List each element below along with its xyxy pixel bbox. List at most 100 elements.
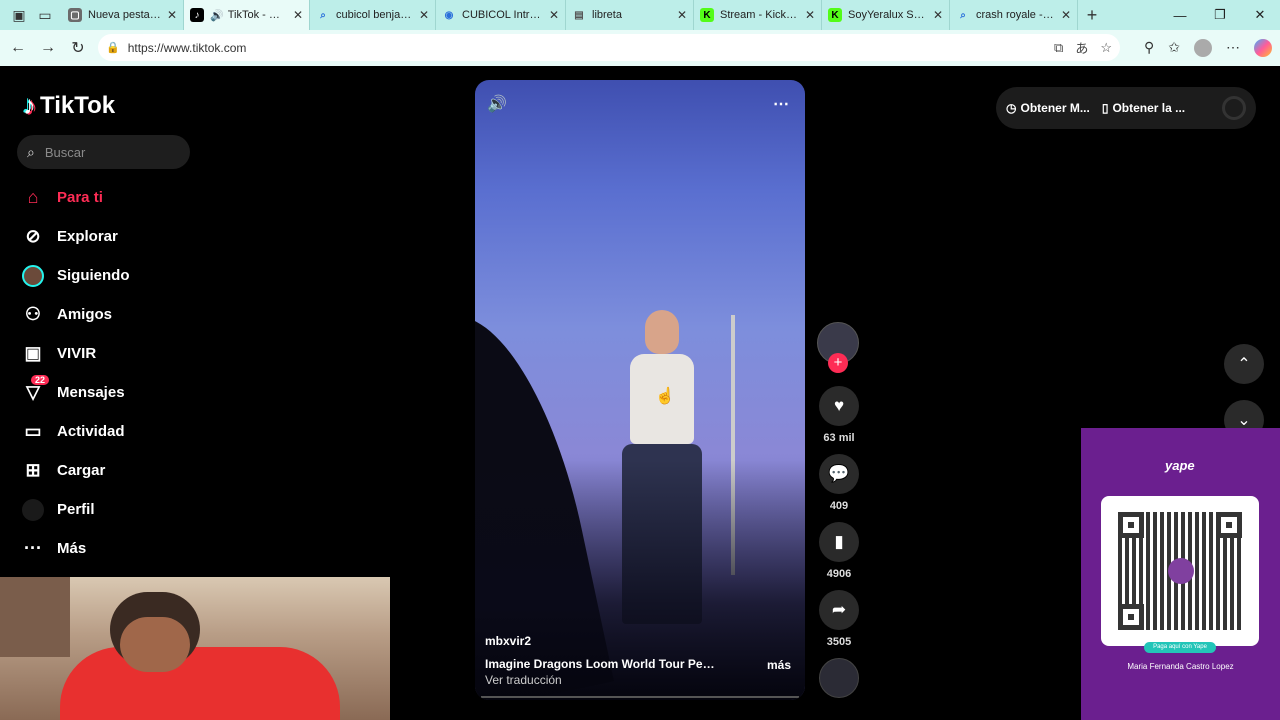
save-count: 4906 [826,568,852,580]
address-bar[interactable]: 🔒 https://www.tiktok.com ⧉ あ ☆ [98,34,1120,61]
copilot-icon[interactable] [1254,38,1272,57]
video-player[interactable]: 🔊 ⋯ mbxvir2 Imagine Dragons Loom World T… [475,80,805,700]
workspaces-icon[interactable]: ▣ [8,4,30,26]
get-coins-button[interactable]: ◷ Obtener M... [1006,101,1090,115]
sidebar-item-4[interactable]: ▣ VIVIR [21,334,130,373]
sidebar-item-label: Explorar [57,228,118,245]
tab-label: libreta [592,9,622,21]
heart-icon[interactable]: ♥ [819,386,859,426]
tab-2[interactable]: ⌕ cubicol benjamin ✕ [310,0,436,30]
save-action[interactable]: ▮ 4906 [817,522,861,580]
sidebar-item-7[interactable]: ⊞ Cargar [21,451,130,490]
favorites-icon[interactable]: ✩ [1168,39,1180,56]
tab-audio-icon[interactable]: 🔊 [210,9,224,22]
music-disc-icon[interactable] [819,658,859,698]
like-action[interactable]: ♥ 63 mil [817,386,861,444]
new-tab-button[interactable]: + [1078,5,1106,26]
reload-button[interactable]: ↻ [64,34,92,62]
friends-icon: ⚇ [24,304,42,324]
qr-code [1118,512,1242,630]
close-tab-icon[interactable]: ✕ [805,8,815,22]
back-button[interactable]: ← [4,34,32,62]
get-app-button[interactable]: ▯ Obtener la ... [1102,101,1185,115]
favorite-star-icon[interactable]: ☆ [1100,40,1112,56]
tab-4[interactable]: ▤ libreta ✕ [566,0,694,30]
sidebar-item-1[interactable]: ⊘ Explorar [21,217,130,256]
tiktok-logo[interactable]: ♪ TikTok [23,90,115,121]
mouse-cursor-icon: ☝ [655,388,675,405]
close-tab-icon[interactable]: ✕ [419,8,429,22]
tab-0[interactable]: ▢ Nueva pestaña ✕ [62,0,184,30]
following-avatar-icon [21,264,45,288]
profile-icon [21,498,45,522]
tab-7[interactable]: ⌕ crash royale - Búsqueda ✕ [950,0,1078,30]
close-tab-icon[interactable]: ✕ [1061,8,1071,22]
sidebar-item-8[interactable]: Perfil [21,490,130,529]
sidebar-item-label: Para ti [57,189,103,206]
close-tab-icon[interactable]: ✕ [293,8,303,22]
like-count: 63 mil [823,432,855,444]
action-bar: + ♥ 63 mil 💬 409 ▮ 4906 ➦ 3505 [817,322,861,698]
activity-icon: ▭ [24,421,42,441]
sidebar-item-6[interactable]: ▭ Actividad [21,412,130,451]
cubicol-icon: ◉ [444,9,454,21]
yape-recipient-name: Maria Fernanda Castro Lopez [1127,662,1234,671]
close-tab-icon[interactable]: ✕ [677,8,687,22]
yape-logo: yape [1165,458,1195,473]
close-tab-icon[interactable]: ✕ [167,8,177,22]
profile-avatar-icon[interactable] [1194,38,1212,57]
tab-label: SoyYeralux Stream [848,9,927,21]
tab-6[interactable]: K SoyYeralux Stream ✕ [822,0,950,30]
minimize-button[interactable]: — [1160,0,1200,30]
close-window-button[interactable]: ✕ [1240,0,1280,30]
extensions-icon[interactable]: ⚲ [1144,39,1154,56]
bookmark-icon[interactable]: ▮ [819,522,859,562]
messages-badge: 22 [31,374,50,385]
tab-label: Nueva pestaña [88,9,161,21]
video-username[interactable]: mbxvir2 [485,634,531,648]
yape-pay-pill: Paga aquí con Yape [1144,642,1216,653]
video-progress[interactable] [481,696,799,698]
more-options-icon[interactable]: ⋯ [773,94,789,114]
comment-icon[interactable]: 💬 [819,454,859,494]
follow-plus-icon[interactable]: + [828,353,848,373]
forward-button[interactable]: → [34,34,62,62]
phone-icon: ▯ [1101,101,1109,115]
tab-1[interactable]: ♪ 🔊TikTok - Make Your Day ✕ [184,0,310,30]
tab-actions-icon[interactable]: ▭ [34,4,56,26]
chevron-up-icon[interactable]: ⌃ [1224,344,1264,384]
search-input[interactable]: ⌕ Buscar [17,135,190,169]
get-app-label: Obtener la ... [1112,101,1186,115]
translate-link[interactable]: Ver traducción [485,673,562,687]
close-tab-icon[interactable]: ✕ [549,8,559,22]
home-icon: ⌂ [27,187,39,207]
open-in-app-icon[interactable]: ⧉ [1054,40,1063,56]
sidebar-item-2[interactable]: Siguiendo [21,256,130,295]
get-coins-label: Obtener M... [1020,101,1090,115]
coin-icon: ◷ [1006,101,1017,115]
translate-icon[interactable]: あ [1075,38,1088,57]
sidebar-item-3[interactable]: ⚇ Amigos [21,295,130,334]
account-avatar[interactable] [1222,96,1246,120]
lock-icon[interactable]: 🔒 [106,41,120,54]
live-icon: ▣ [24,343,42,363]
video-more-link[interactable]: más [767,658,791,672]
sidebar-item-9[interactable]: ··· Más [21,529,130,568]
search-placeholder: Buscar [44,144,86,160]
tab-label: crash royale - Búsqueda [976,9,1055,21]
creator-avatar[interactable]: + [817,322,859,373]
comment-action[interactable]: 💬 409 [817,454,861,512]
tab-5[interactable]: K Stream - Kick Dashboard ✕ [694,0,822,30]
sidebar-item-5[interactable]: ▽ 22 Mensajes [21,373,130,412]
close-tab-icon[interactable]: ✕ [933,8,943,22]
share-icon[interactable]: ➦ [819,590,859,630]
tab-label: TikTok - Make Your Day [227,9,287,21]
share-action[interactable]: ➦ 3505 [817,590,861,648]
sidebar-item-0[interactable]: ⌂ Para ti [21,178,130,217]
settings-more-icon[interactable]: ⋯ [1226,39,1240,56]
browser-toolbar: ← → ↻ 🔒 https://www.tiktok.com ⧉ あ ☆ ⚲ ✩… [0,30,1280,66]
tab-3[interactable]: ◉ CUBICOL Intranet ✕ [436,0,566,30]
webcam-overlay [0,577,390,720]
restore-button[interactable]: ❐ [1200,0,1240,30]
volume-icon[interactable]: 🔊 [487,94,507,114]
